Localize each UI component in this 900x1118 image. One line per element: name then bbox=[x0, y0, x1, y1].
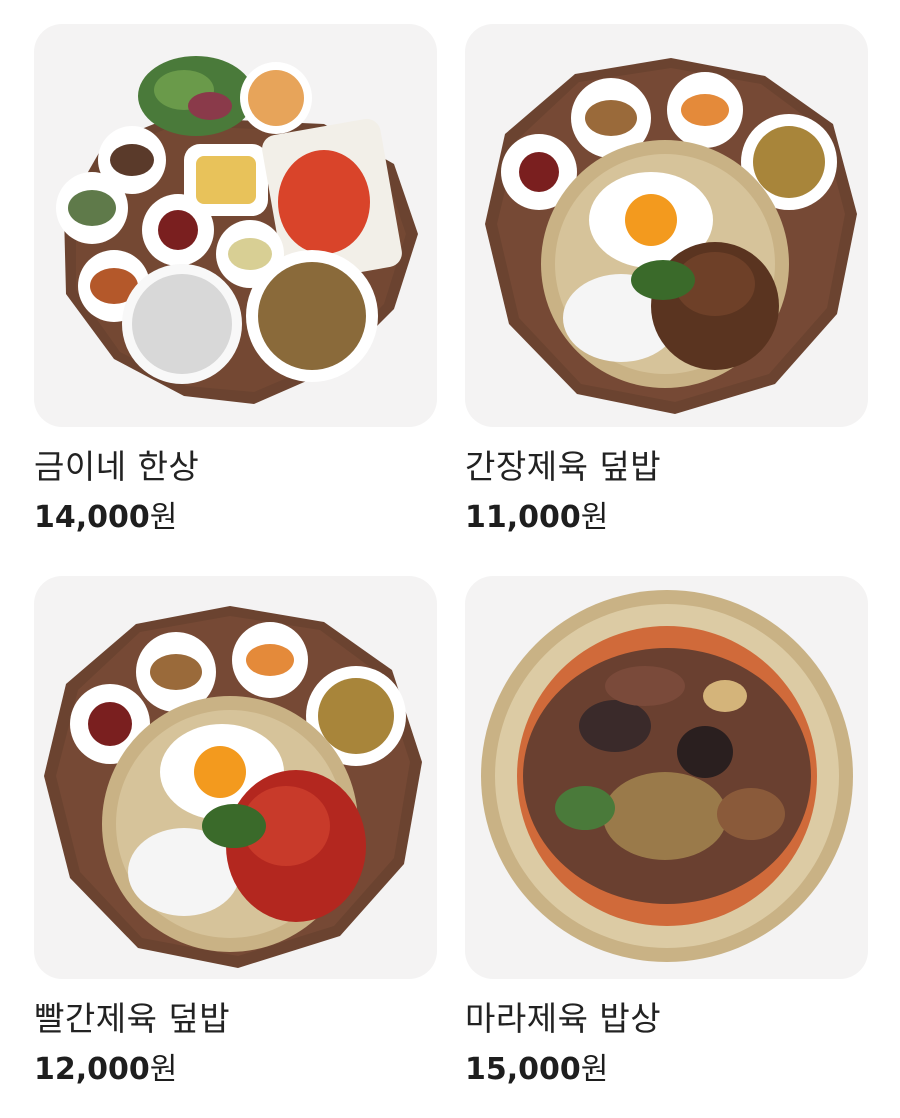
menu-image[interactable] bbox=[34, 576, 437, 979]
menu-image[interactable] bbox=[465, 24, 868, 427]
menu-card-hansang[interactable]: 금이네 한상 14,000원 bbox=[34, 24, 437, 538]
menu-price: 15,000원 bbox=[465, 1050, 608, 1090]
menu-card-soy-pork-bowl[interactable]: 간장제육 덮밥 11,000원 bbox=[465, 24, 868, 538]
hansang-meal-icon bbox=[56, 56, 418, 404]
menu-price: 14,000원 bbox=[34, 498, 177, 538]
mala-pork-plate-icon bbox=[481, 590, 853, 962]
spicy-pork-rice-bowl-icon bbox=[44, 606, 422, 968]
menu-name: 금이네 한상 bbox=[34, 447, 200, 486]
menu-grid: 금이네 한상 14,000원 간장제육 덮밥 11,000원 빨간제육 덮밥 1… bbox=[34, 24, 868, 1090]
price-currency: 원 bbox=[580, 500, 609, 535]
menu-price: 12,000원 bbox=[34, 1050, 177, 1090]
price-value: 15,000 bbox=[465, 1052, 581, 1087]
menu-card-mala-pork[interactable]: 마라제육 밥상 15,000원 bbox=[465, 576, 868, 1090]
soy-pork-rice-bowl-icon bbox=[485, 58, 857, 414]
price-currency: 원 bbox=[580, 1052, 609, 1087]
menu-name: 빨간제육 덮밥 bbox=[34, 999, 231, 1038]
menu-image[interactable] bbox=[34, 24, 437, 427]
price-value: 12,000 bbox=[34, 1052, 150, 1087]
price-value: 14,000 bbox=[34, 500, 150, 535]
price-currency: 원 bbox=[149, 1052, 178, 1087]
menu-image[interactable] bbox=[465, 576, 868, 979]
price-currency: 원 bbox=[149, 500, 178, 535]
menu-price: 11,000원 bbox=[465, 498, 608, 538]
menu-card-spicy-pork-bowl[interactable]: 빨간제육 덮밥 12,000원 bbox=[34, 576, 437, 1090]
menu-name: 간장제육 덮밥 bbox=[465, 447, 662, 486]
menu-name: 마라제육 밥상 bbox=[465, 999, 662, 1038]
price-value: 11,000 bbox=[465, 500, 581, 535]
